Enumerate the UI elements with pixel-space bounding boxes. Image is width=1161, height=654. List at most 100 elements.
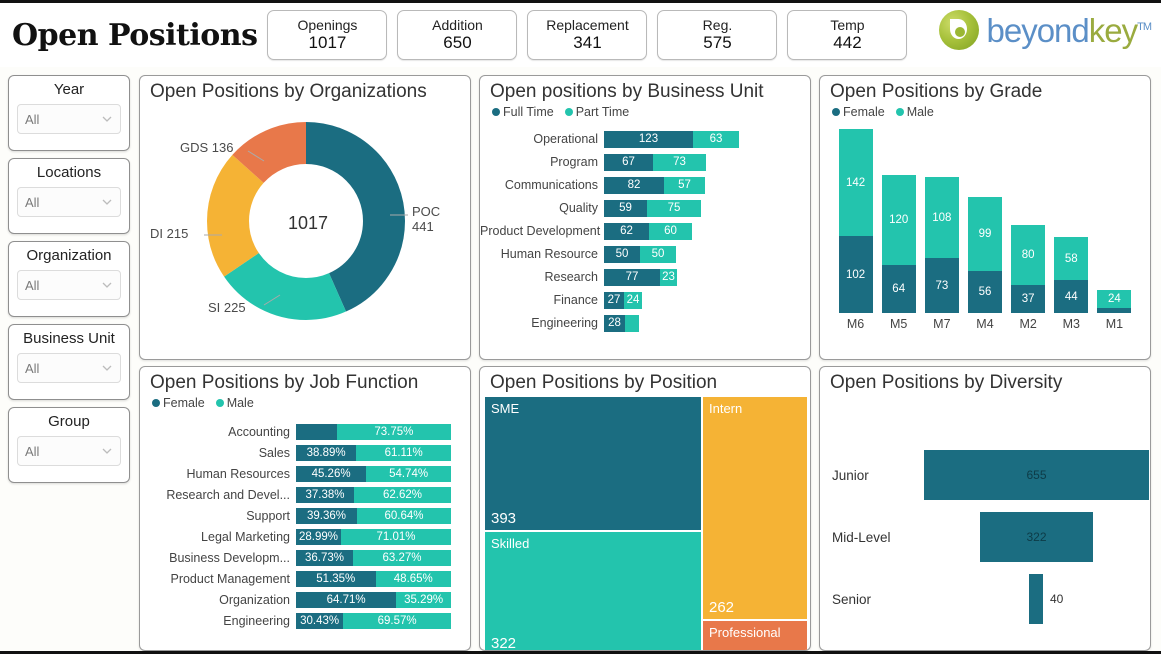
bar-segment-full-time[interactable]: 62 <box>604 222 649 240</box>
bar-segment-male[interactable]: 63.27% <box>352 549 451 566</box>
column-segment-male[interactable]: 120 <box>881 175 916 265</box>
bar-segment-male[interactable]: 71.01% <box>340 528 451 545</box>
bar-segment-part-time[interactable]: 73 <box>653 153 706 171</box>
treemap-tile-sme[interactable]: SME 393 <box>484 396 702 531</box>
column-m1[interactable]: 24 <box>1097 290 1132 313</box>
table-row[interactable]: Human Resources 45.26% 54.74% <box>140 464 470 483</box>
table-row[interactable]: Product Management 51.35% 48.65% <box>140 569 470 588</box>
table-row[interactable]: Quality 59 75 <box>480 198 810 218</box>
bar-segment-full-time[interactable]: 28 <box>604 314 625 332</box>
bar-segment-female[interactable]: 51.35% <box>296 570 376 587</box>
bar-segment-part-time[interactable]: 24 <box>624 291 642 309</box>
table-row[interactable]: Sales 38.89% 61.11% <box>140 443 470 462</box>
legend-item-male[interactable]: Male <box>215 396 254 410</box>
bar-segment-full-time[interactable]: 27 <box>604 291 624 309</box>
column-segment-female[interactable]: 44 <box>1054 280 1089 313</box>
bar-segment-male[interactable]: 60.64% <box>357 507 451 524</box>
table-row[interactable]: Research 77 23 <box>480 267 810 287</box>
column-segment-female[interactable]: 73 <box>924 258 959 313</box>
bar-segment-male[interactable]: 61.11% <box>356 444 451 461</box>
table-row[interactable]: Support 39.36% 60.64% <box>140 506 470 525</box>
table-row[interactable]: Engineering 28 <box>480 313 810 333</box>
column-segment-female[interactable]: 37 <box>1011 285 1046 313</box>
bar-segment-full-time[interactable]: 77 <box>604 268 660 286</box>
funnel-row-mid-level[interactable]: Mid-Level 322 <box>820 506 1150 568</box>
table-row[interactable]: Organization 64.71% 35.29% <box>140 590 470 609</box>
column-segment-female[interactable]: 64 <box>881 265 916 313</box>
bar-segment-female[interactable]: 37.38% <box>296 486 354 503</box>
bar-segment-part-time[interactable]: 60 <box>649 222 692 240</box>
bar-segment-female[interactable]: 45.26% <box>296 465 367 482</box>
table-row[interactable]: Accounting 73.75% <box>140 422 470 441</box>
column-m6[interactable]: 142 102 <box>838 129 873 313</box>
table-row[interactable]: Finance 27 24 <box>480 290 810 310</box>
column-segment-male[interactable]: 142 <box>838 129 873 236</box>
column-segment-male[interactable]: 80 <box>1011 225 1046 285</box>
slicer-locations[interactable]: Locations All <box>8 158 130 234</box>
table-row[interactable]: Engineering 30.43% 69.57% <box>140 611 470 630</box>
funnel-bar[interactable]: 322 <box>980 512 1093 562</box>
slicer-dropdown[interactable]: All <box>17 436 121 466</box>
bar-segment-full-time[interactable]: 123 <box>604 130 693 148</box>
funnel-row-senior[interactable]: Senior 40 <box>820 568 1150 630</box>
bar-segment-full-time[interactable]: 59 <box>604 199 647 217</box>
funnel-bar[interactable]: 655 <box>924 450 1149 500</box>
table-row[interactable]: Human Resource 50 50 <box>480 244 810 264</box>
bar-segment-female[interactable]: 36.73% <box>296 549 353 566</box>
bar-segment-female[interactable]: 39.36% <box>296 507 358 524</box>
bar-segment-female[interactable] <box>296 423 337 440</box>
bar-segment-part-time[interactable] <box>625 314 639 332</box>
table-row[interactable]: Research and Devel... 37.38% 62.62% <box>140 485 470 504</box>
bar-segment-part-time[interactable]: 50 <box>640 245 676 263</box>
bar-segment-male[interactable]: 62.62% <box>353 486 451 503</box>
table-row[interactable]: Business Developm... 36.73% 63.27% <box>140 548 470 567</box>
legend-item-part-time[interactable]: Part Time <box>564 105 629 119</box>
kpi-card-addition[interactable]: Addition 650 <box>397 10 518 60</box>
legend-item-female[interactable]: Female <box>832 105 885 119</box>
kpi-card-replacement[interactable]: Replacement 341 <box>527 10 648 60</box>
column-segment-male[interactable]: 24 <box>1097 290 1132 308</box>
slicer-dropdown[interactable]: All <box>17 353 121 383</box>
bar-segment-female[interactable]: 64.71% <box>296 591 397 608</box>
bar-segment-full-time[interactable]: 50 <box>604 245 640 263</box>
column-m2[interactable]: 80 37 <box>1011 225 1046 313</box>
bar-segment-part-time[interactable]: 63 <box>693 130 739 148</box>
slicer-dropdown[interactable]: All <box>17 270 121 300</box>
column-m7[interactable]: 108 73 <box>924 177 959 313</box>
column-segment-female[interactable] <box>1097 308 1132 313</box>
bar-segment-part-time[interactable]: 57 <box>664 176 705 194</box>
kpi-card-reg[interactable]: Reg. 575 <box>657 10 778 60</box>
treemap-tile-professional[interactable]: Professional <box>702 620 808 650</box>
column-segment-male[interactable]: 58 <box>1054 237 1089 280</box>
table-row[interactable]: Legal Marketing 28.99% 71.01% <box>140 527 470 546</box>
column-m3[interactable]: 58 44 <box>1054 237 1089 313</box>
bar-segment-male[interactable]: 35.29% <box>396 591 451 608</box>
bar-segment-full-time[interactable]: 82 <box>604 176 664 194</box>
column-segment-male[interactable]: 99 <box>967 197 1002 271</box>
column-segment-female[interactable]: 56 <box>967 271 1002 313</box>
bar-segment-female[interactable]: 28.99% <box>296 528 341 545</box>
table-row[interactable]: Communications 82 57 <box>480 175 810 195</box>
bar-segment-female[interactable]: 30.43% <box>296 612 344 629</box>
slicer-dropdown[interactable]: All <box>17 187 121 217</box>
bar-segment-part-time[interactable]: 23 <box>660 268 677 286</box>
treemap-tile-intern[interactable]: Intern 262 <box>702 396 808 620</box>
table-row[interactable]: Product Development 62 60 <box>480 221 810 241</box>
bar-segment-part-time[interactable]: 75 <box>647 199 701 217</box>
treemap-tile-skilled[interactable]: Skilled 322 <box>484 531 702 650</box>
column-segment-female[interactable]: 102 <box>838 236 873 313</box>
legend-item-female[interactable]: Female <box>152 396 205 410</box>
slicer-group[interactable]: Group All <box>8 407 130 483</box>
bar-segment-male[interactable]: 69.57% <box>343 612 451 629</box>
funnel-bar[interactable] <box>1029 574 1043 624</box>
bar-segment-female[interactable]: 38.89% <box>296 444 357 461</box>
slicer-business-unit[interactable]: Business Unit All <box>8 324 130 400</box>
legend-item-full-time[interactable]: Full Time <box>492 105 554 119</box>
slicer-dropdown[interactable]: All <box>17 104 121 134</box>
bar-segment-male[interactable]: 48.65% <box>375 570 451 587</box>
table-row[interactable]: Operational 123 63 <box>480 129 810 149</box>
kpi-card-temp[interactable]: Temp 442 <box>787 10 908 60</box>
bar-segment-male[interactable]: 54.74% <box>366 465 451 482</box>
funnel-row-junior[interactable]: Junior 655 <box>820 444 1150 506</box>
bar-segment-male[interactable]: 73.75% <box>336 423 451 440</box>
